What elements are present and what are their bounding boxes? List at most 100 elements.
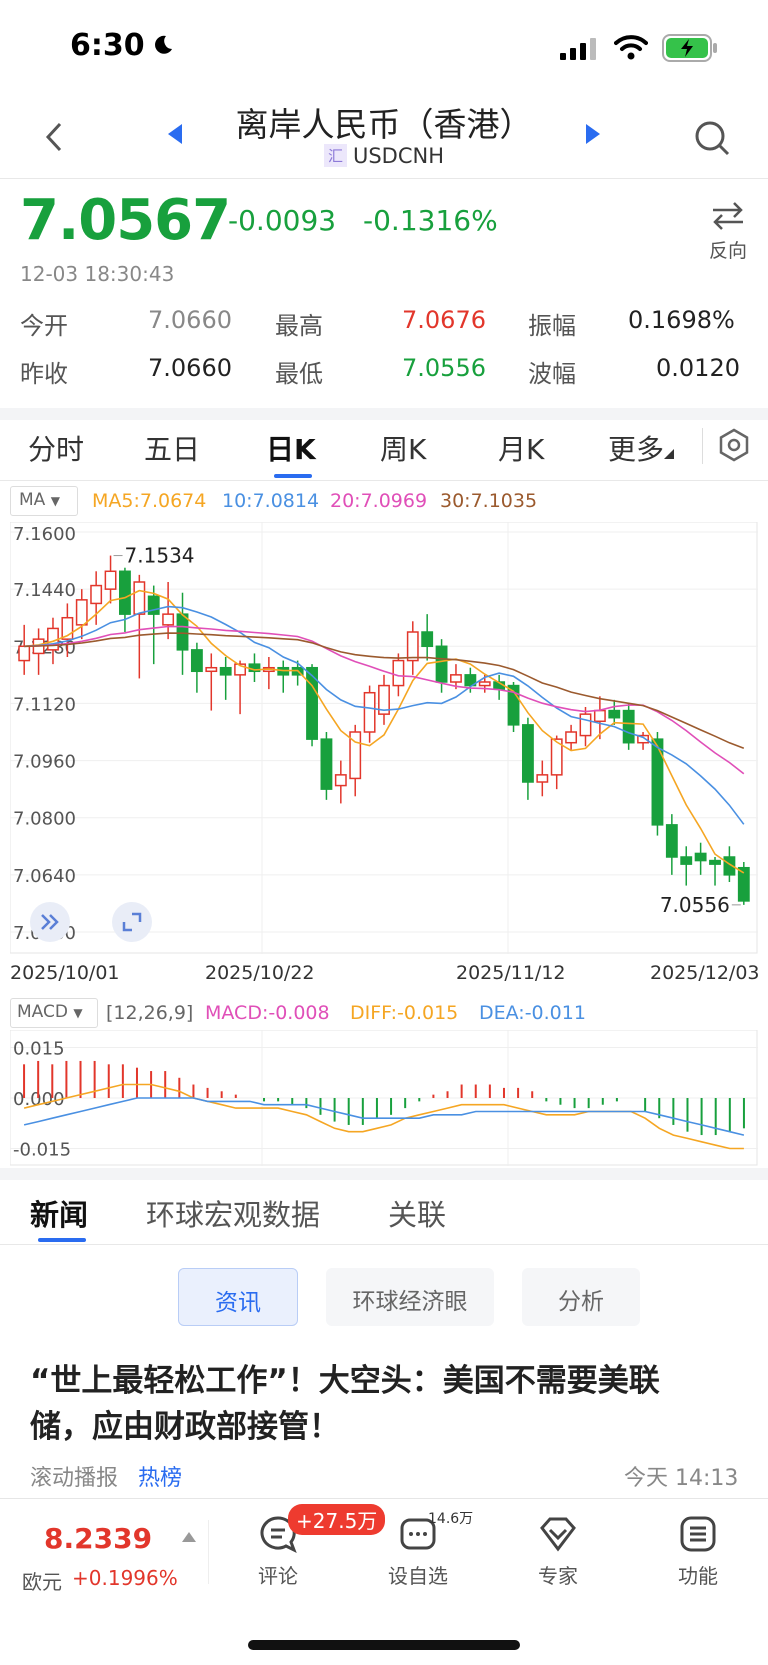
news-headline[interactable]: “世上最轻松工作”！大空头：美国不需要美联储，应由财政部接管！ [30, 1358, 720, 1450]
candle [320, 732, 333, 800]
candle-body [536, 774, 549, 783]
ma30-value: 30:7.1035 [440, 490, 538, 512]
chip-analysis[interactable]: 分析 [522, 1268, 640, 1326]
tab-daily-k[interactable]: 日K [266, 428, 316, 468]
candle [104, 555, 117, 604]
tab-weekly-k[interactable]: 周K [380, 428, 426, 468]
candle [493, 674, 506, 700]
y-tick-label: 7.1440 [13, 580, 76, 601]
reverse-button[interactable]: 反向 [700, 200, 756, 263]
last-price: 7.0567 [20, 188, 231, 253]
range-label: 波幅 [528, 360, 576, 388]
candle [234, 660, 247, 715]
function-button[interactable]: 功能 [658, 1514, 738, 1589]
low-label: 最低 [275, 360, 323, 388]
kline-chart[interactable]: 7.16007.14407.12807.11207.09607.08007.06… [10, 522, 758, 954]
diff-line [23, 1083, 744, 1150]
chip-info[interactable]: 资讯 [178, 1268, 298, 1326]
candle-body [579, 713, 592, 737]
expand-chart-icon[interactable] [30, 902, 70, 942]
candle [637, 732, 649, 750]
candle [737, 862, 750, 905]
y-tick-label: 7.1600 [13, 524, 76, 545]
bottom-ticker-change: +0.1996% [72, 1566, 178, 1590]
diff-value: DIFF:-0.015 [350, 1002, 459, 1024]
candle [190, 642, 203, 693]
symbol-row: 汇 USDCNH [0, 144, 768, 168]
candle-body [162, 613, 175, 626]
candle-body [119, 570, 131, 615]
forex-badge: 汇 [323, 144, 347, 167]
candle-body [435, 645, 448, 683]
candle-body [176, 613, 189, 651]
home-indicator [248, 1640, 520, 1650]
max-price-label: 7.1534 [125, 544, 195, 568]
candle [262, 657, 275, 690]
candle [205, 653, 218, 711]
candle [378, 674, 390, 725]
chip-global-economy[interactable]: 环球经济眼 [326, 1268, 494, 1326]
ma10-value: 10:7.0814 [222, 490, 320, 512]
menu-icon [680, 1516, 716, 1552]
min-price-label: 7.0556 [660, 893, 730, 917]
corner-triangle-icon [664, 449, 675, 459]
macd-params: [12,26,9] [106, 1002, 194, 1024]
amplitude-label: 振幅 [528, 312, 576, 340]
ma20-value: 20:7.0969 [330, 490, 428, 512]
fullscreen-icon[interactable] [112, 902, 152, 942]
open-label: 今开 [20, 312, 68, 340]
low-value: 7.0556 [402, 354, 486, 382]
next-symbol-arrow-icon[interactable] [584, 124, 600, 144]
news-tab-news[interactable]: 新闻 [30, 1192, 88, 1234]
y-tick-label: 7.0960 [13, 752, 76, 773]
ma5-line [24, 589, 745, 874]
tab-active-indicator [274, 474, 312, 478]
header-divider [0, 178, 768, 179]
ma-indicator-dropdown[interactable]: MA ▼ [10, 486, 78, 516]
comment-label: 评论 [258, 1564, 298, 1588]
candle [219, 657, 232, 700]
candle [277, 660, 290, 693]
dea-line [23, 1097, 745, 1136]
bottom-ticker-price[interactable]: 8.2339 [44, 1522, 152, 1555]
candle [565, 724, 578, 750]
candle-body [521, 724, 534, 783]
tab-intraday[interactable]: 分时 [28, 428, 84, 468]
candle-body [665, 824, 678, 858]
high-value: 7.0676 [402, 306, 486, 334]
candle [248, 653, 261, 682]
diamond-icon [540, 1517, 576, 1552]
tabs-divider [0, 480, 768, 481]
candle [406, 621, 419, 675]
candle [536, 760, 549, 797]
tab-five-day[interactable]: 五日 [144, 428, 200, 468]
watchlist-label: 设自选 [388, 1564, 448, 1588]
macd-chart[interactable]: 0.0150.000-0.015 [10, 1030, 758, 1166]
macd-indicator-dropdown[interactable]: MACD ▼ [10, 998, 98, 1028]
macd-selector-label: MACD [17, 1002, 68, 1022]
news-time: 今天 14:13 [624, 1466, 739, 1491]
tab-more[interactable]: 更多 [608, 428, 675, 468]
candle [349, 724, 362, 797]
price-change-percent: -0.1316% [363, 204, 498, 237]
candle-body [622, 709, 635, 744]
news-tab-related[interactable]: 关联 [388, 1192, 446, 1234]
ma5-value: MA5:7.0674 [92, 490, 207, 512]
candle-body [406, 631, 419, 662]
bottom-separator [208, 1520, 209, 1584]
settings-hexagon-icon[interactable] [718, 428, 750, 462]
moon-icon [155, 35, 172, 54]
candle [363, 685, 376, 743]
symbol-code: USDCNH [352, 144, 445, 168]
tab-monthly-k[interactable]: 月K [498, 428, 544, 468]
news-tag[interactable]: 热榜 [138, 1460, 182, 1492]
candle [709, 857, 721, 886]
amplitude-value: 0.1698% [628, 306, 735, 334]
expert-button[interactable]: 专家 [518, 1514, 598, 1589]
candle-body [680, 856, 693, 865]
search-icon[interactable] [690, 116, 734, 160]
news-tab-macro[interactable]: 环球宏观数据 [146, 1192, 320, 1234]
candle-body [608, 709, 621, 719]
y-tick-label: 7.1120 [13, 694, 76, 715]
expand-up-icon[interactable] [182, 1532, 196, 1542]
